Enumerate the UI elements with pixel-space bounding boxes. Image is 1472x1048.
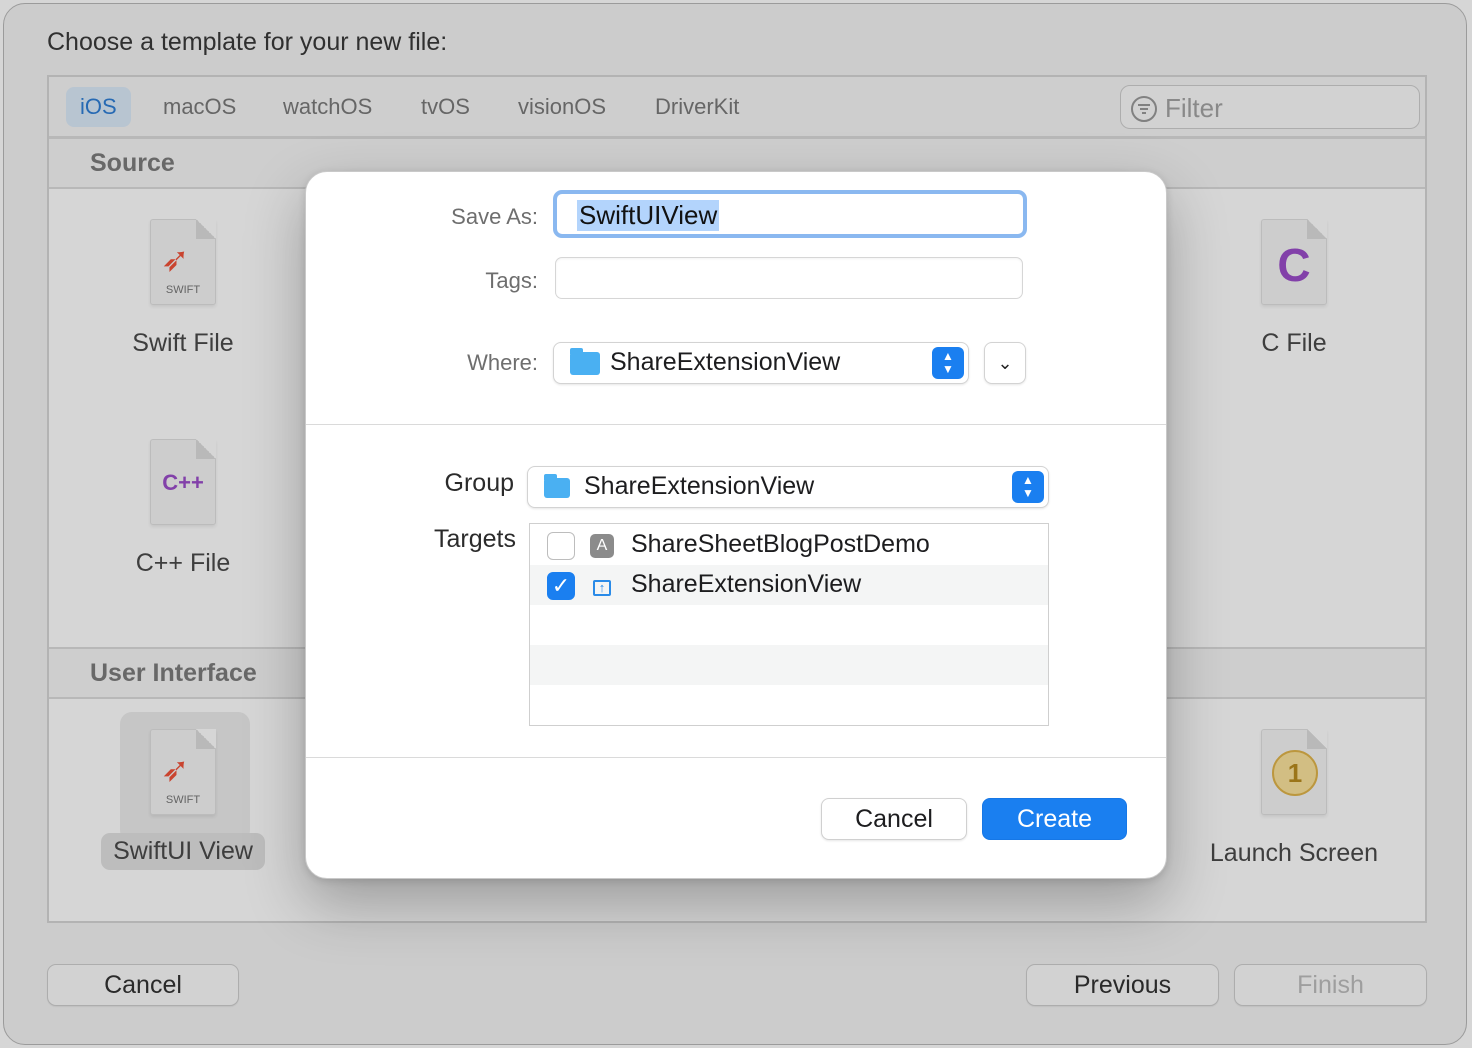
target-row[interactable]: ✓ ↑ ShareExtensionView [530,565,1048,605]
empty-row [530,605,1048,645]
save-as-field[interactable]: SwiftUIView [553,190,1027,238]
where-label: Where: [467,350,538,375]
save-sheet: Save As: SwiftUIView Tags: Where: ShareE… [305,171,1167,879]
divider [306,757,1166,758]
chevron-down-icon: ⌄ [997,353,1013,373]
tags-label: Tags: [485,268,538,293]
folder-icon [544,474,570,498]
cancel-button[interactable]: Cancel [821,798,967,840]
target-name: ShareSheetBlogPostDemo [631,530,930,558]
save-as-value: SwiftUIView [577,200,720,231]
folder-icon [570,348,600,375]
popup-stepper-icon: ▲ ▼ [1012,471,1044,503]
create-button[interactable]: Create [982,798,1127,840]
group-label: Group [444,469,514,497]
save-as-label: Save As: [451,204,538,229]
tags-field[interactable] [555,257,1023,299]
group-value: ShareExtensionView [584,472,815,500]
targets-list: A ShareSheetBlogPostDemo ✓ ↑ ShareExtens… [529,523,1049,726]
popup-stepper-icon: ▲ ▼ [932,347,964,379]
target-row[interactable]: A ShareSheetBlogPostDemo [530,525,1048,565]
target-checkbox[interactable] [547,532,575,560]
targets-label: Targets [434,525,516,553]
share-icon: ↑ [593,580,611,596]
group-popup[interactable]: ShareExtensionView ▲ ▼ [527,466,1049,508]
where-popup[interactable]: ShareExtensionView ▲ ▼ [553,342,969,384]
target-name: ShareExtensionView [631,570,862,598]
expand-chevron-button[interactable]: ⌄ [984,342,1026,384]
where-value: ShareExtensionView [610,348,841,376]
app-store-icon: A [590,534,614,558]
divider [306,424,1166,425]
empty-row [530,645,1048,685]
target-checkbox[interactable]: ✓ [547,572,575,600]
